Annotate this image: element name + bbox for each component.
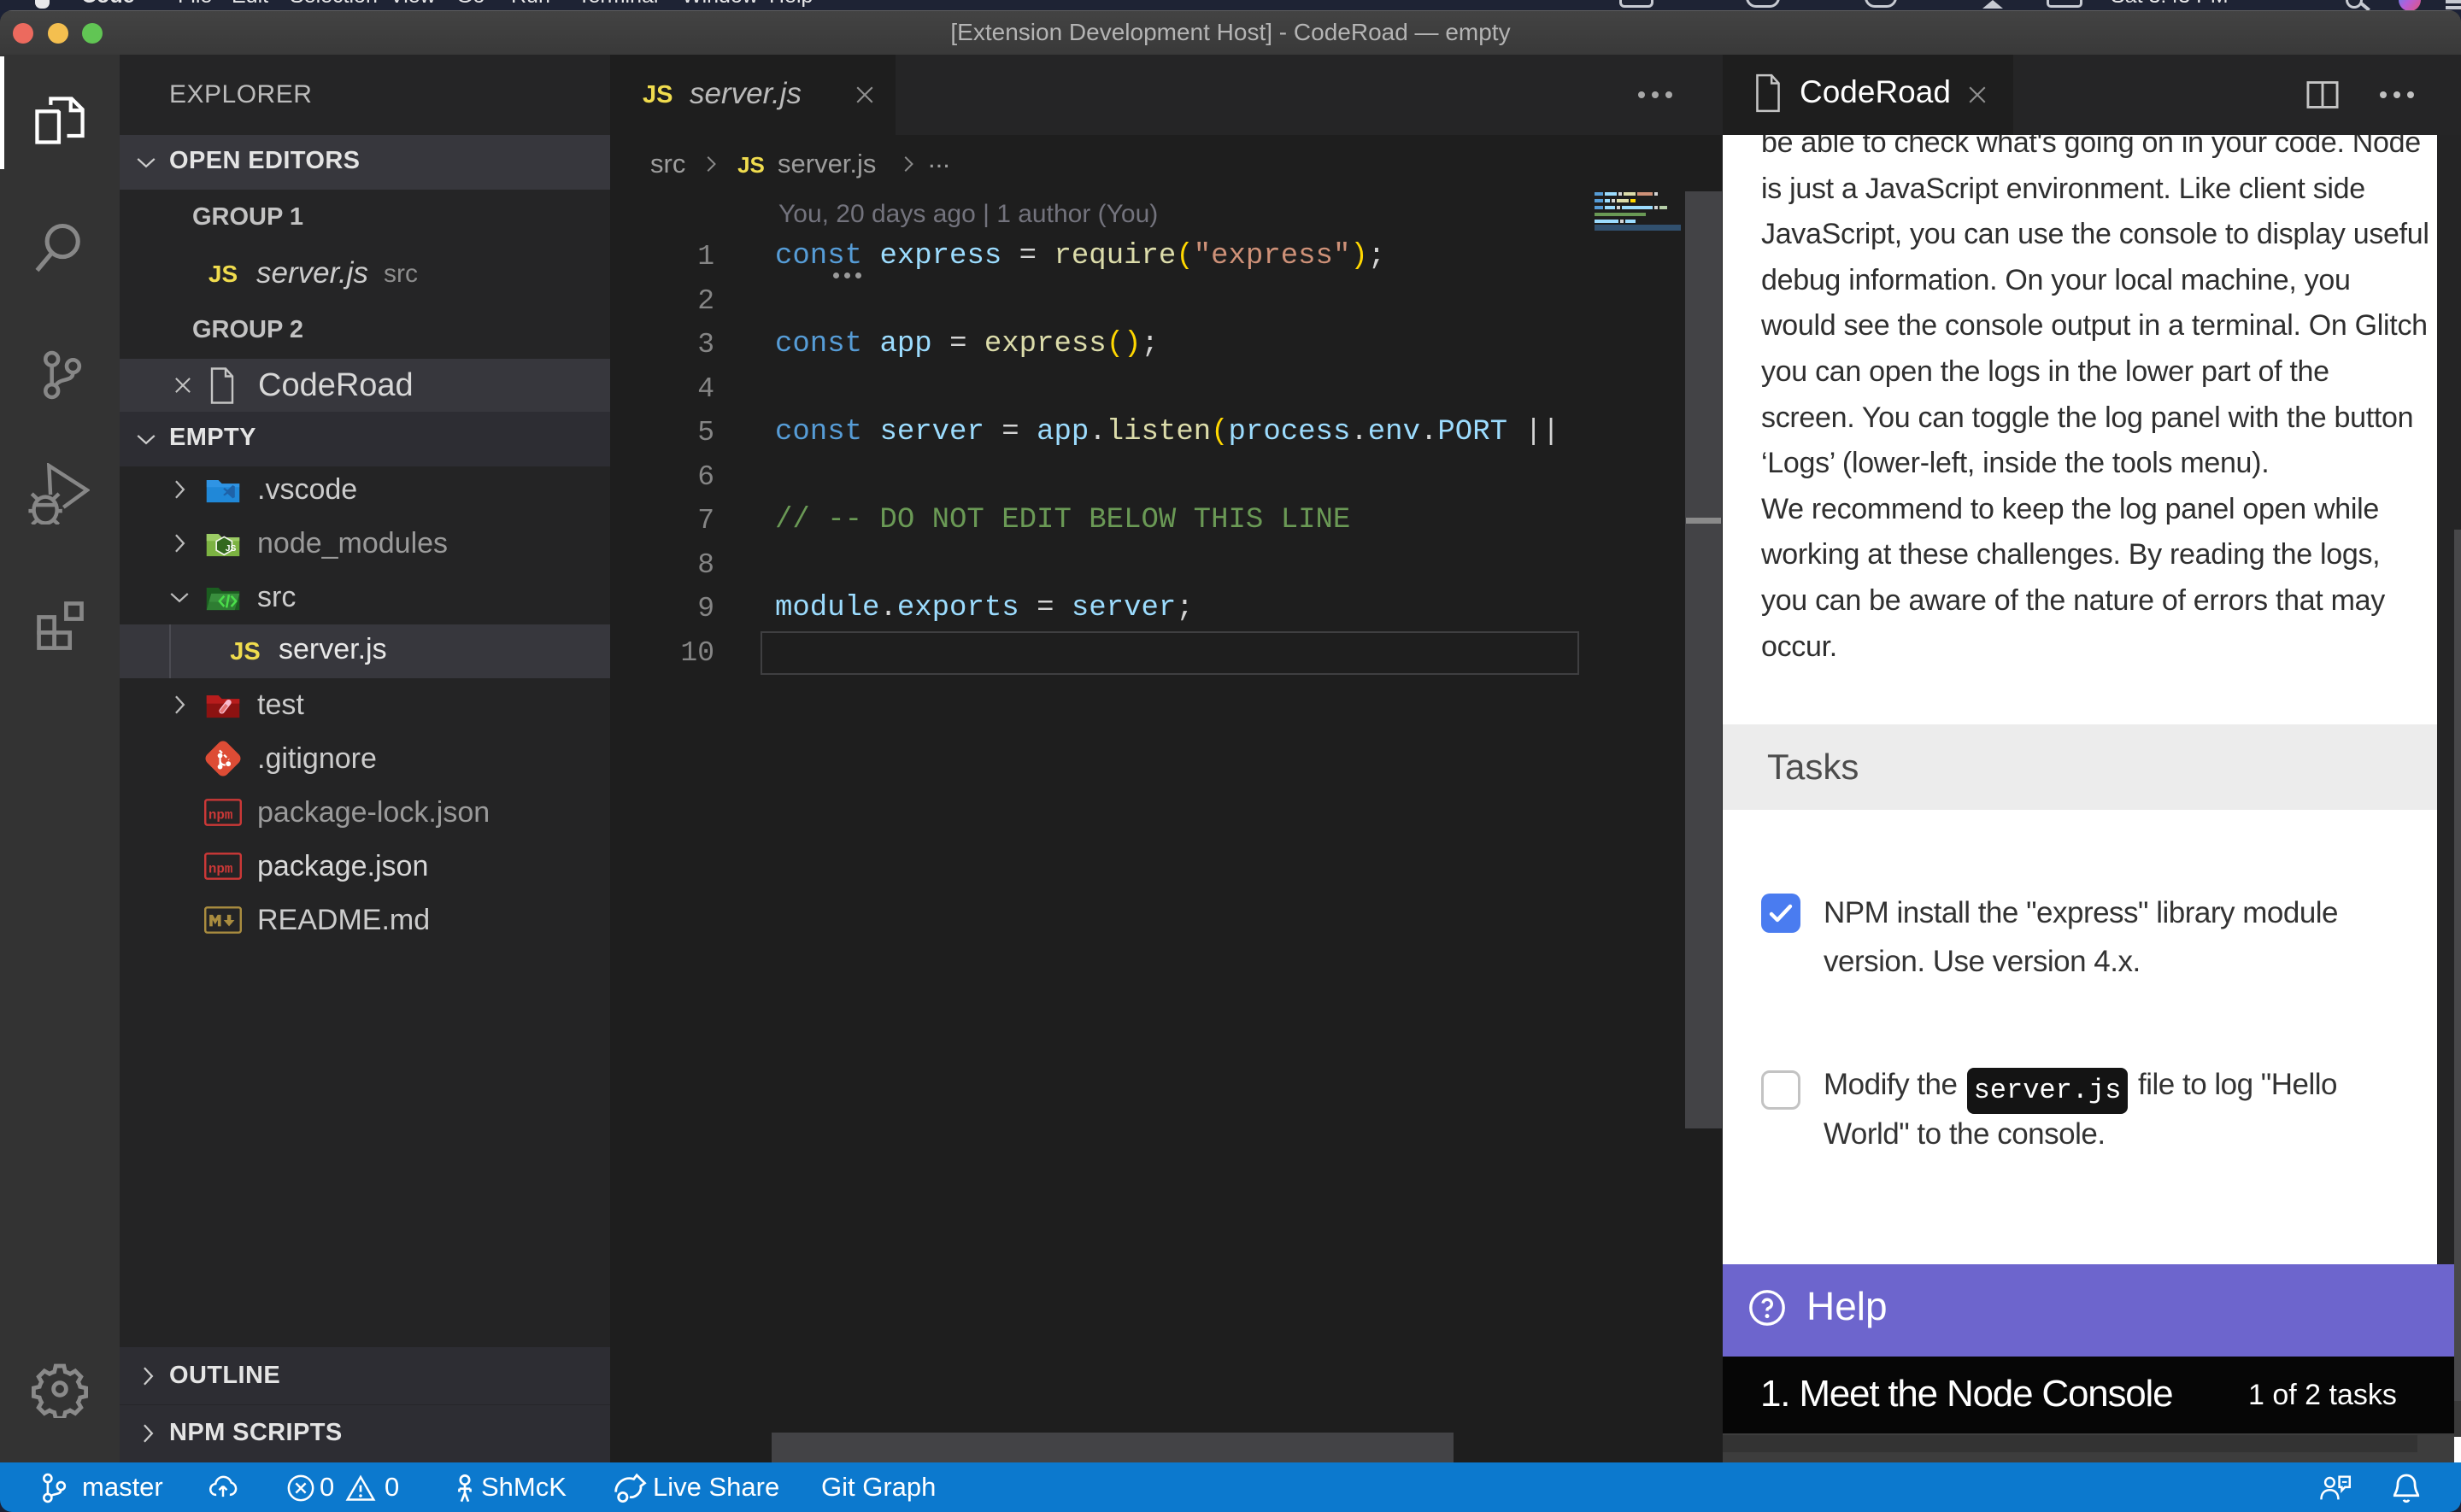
svg-text:JS: JS	[226, 544, 237, 554]
svg-text:npm: npm	[209, 861, 233, 876]
svg-text:npm: npm	[209, 807, 233, 823]
